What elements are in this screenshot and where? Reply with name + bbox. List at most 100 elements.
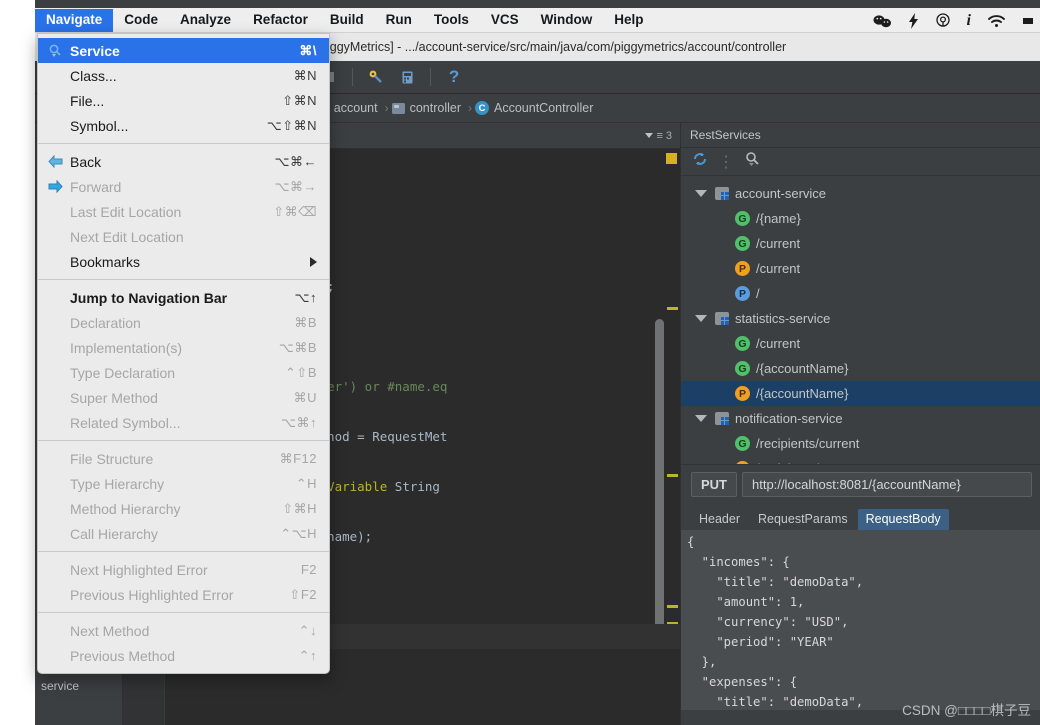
http-verb-put-icon: P [735,386,750,401]
refresh-icon[interactable] [692,151,708,172]
tree-endpoint-node[interactable]: P / [681,281,1040,306]
tree-endpoint-node[interactable]: P/current [681,256,1040,281]
menu-separator [38,279,329,280]
scan-services-icon[interactable] [744,151,760,172]
menu-bar-item-navigate[interactable]: Navigate [35,8,114,32]
menu-bar-status-icons[interactable]: i [873,8,1034,33]
menu-item-type-hierarchy[interactable]: Type Hierarchy ⌃H [38,471,329,496]
http-verb-get-icon: G [735,361,750,376]
wifi-icon[interactable] [987,14,1006,28]
request-tab-header[interactable]: Header [691,509,748,530]
toolbar-divider [430,68,432,86]
tree-endpoint-node[interactable]: G/current [681,231,1040,256]
http-verb-get-icon: G [735,436,750,451]
tree-service-node[interactable]: notification-service [681,406,1040,431]
menu-item-class[interactable]: Class... ⌘N [38,63,329,88]
request-method-badge[interactable]: PUT [691,472,737,497]
menu-item-back[interactable]: Back ⌥⌘← [38,149,329,174]
menu-item-label: Bookmarks [70,253,141,270]
menu-item-shortcut: ⌥⌘↑ [281,414,317,430]
tree-endpoint-node[interactable]: P/recipients/current [681,456,1040,464]
menu-bar-item-refactor[interactable]: Refactor [242,9,319,32]
request-tab-bar[interactable]: Header RequestParams RequestBody [681,504,1040,530]
tree-service-node[interactable]: statistics-service [681,306,1040,331]
menu-bar-item-tools[interactable]: Tools [423,9,480,32]
menu-item-bookmarks[interactable]: Bookmarks [38,249,329,274]
chevron-down-icon[interactable] [695,190,707,197]
menu-separator [38,551,329,552]
menu-item-related-symbol[interactable]: Related Symbol... ⌥⌘↑ [38,410,329,435]
menu-item-jump-to-navigation-bar[interactable]: Jump to Navigation Bar ⌥↑ [38,285,329,310]
folder-icon [391,102,405,114]
breadcrumb-item-controller[interactable]: controller [389,101,468,115]
http-verb-put-icon: P [735,261,750,276]
menu-item-implementation-s[interactable]: Implementation(s) ⌥⌘B [38,335,329,360]
menu-item-file-structure[interactable]: File Structure ⌘F12 [38,446,329,471]
menu-item-declaration[interactable]: Declaration ⌘B [38,310,329,335]
menu-item-type-declaration[interactable]: Type Declaration ⌃⇧B [38,360,329,385]
menu-bar-item-build[interactable]: Build [319,9,375,32]
request-body-editor[interactable]: { "incomes": { "title": "demoData", "amo… [681,530,1040,710]
wechat-icon[interactable] [873,14,892,28]
request-url-row: PUT http://localhost:8081/{accountName} [681,464,1040,504]
menu-item-next-edit-location[interactable]: Next Edit Location [38,224,329,249]
menu-item-method-hierarchy[interactable]: Method Hierarchy ⇧⌘H [38,496,329,521]
build-icon[interactable] [365,66,387,88]
request-url-input[interactable]: http://localhost:8081/{accountName} [742,472,1032,497]
menu-item-label: Next Method [70,622,150,639]
menu-item-service[interactable]: Service ⌘\ [38,38,329,63]
menu-item-label: Forward [70,178,122,195]
menu-item-previous-method[interactable]: Previous Method ⌃↑ [38,643,329,668]
http-verb-get-icon: G [735,236,750,251]
menu-bar-item-vcs[interactable]: VCS [480,9,530,32]
headphones-icon[interactable] [935,12,951,29]
rest-services-tree[interactable]: account-service G/{name} G/current P/curren… [681,176,1040,464]
database-icon[interactable] [396,66,418,88]
menu-item-symbol[interactable]: Symbol... ⌥⇧⌘N [38,113,329,138]
menu-item-label: Next Edit Location [70,228,184,245]
menu-item-last-edit-location[interactable]: Last Edit Location ⇧⌘⌫ [38,199,329,224]
menu-item-shortcut: ⇧⌘⌫ [273,203,317,219]
menu-bar-item-help[interactable]: Help [603,9,654,32]
rest-services-toolbar: ⋮ [681,148,1040,176]
shortcuts-icon[interactable] [908,12,919,29]
chevron-down-icon[interactable] [645,133,654,138]
menu-item-forward[interactable]: Forward ⌥⌘→ [38,174,329,199]
menu-item-label: File Structure [70,450,154,467]
tree-node-label: / [756,286,760,301]
tree-endpoint-node[interactable]: G/current [681,331,1040,356]
info-icon[interactable]: i [967,12,971,30]
menu-item-file[interactable]: File... ⇧⌘N [38,88,329,113]
menu-item-next-method[interactable]: Next Method ⌃↓ [38,618,329,643]
tree-endpoint-node[interactable]: G/recipients/current [681,431,1040,456]
menu-bar-item-code[interactable]: Code [113,9,169,32]
menu-item-shortcut: ⌥⇧⌘N [266,117,317,133]
menu-bar-item-run[interactable]: Run [375,9,423,32]
menu-item-label: Jump to Navigation Bar [70,289,228,306]
menu-bar-item-analyze[interactable]: Analyze [169,9,242,32]
breadcrumb-item-accountcontroller[interactable]: C AccountController [472,101,600,115]
menu-item-label: Implementation(s) [70,339,183,356]
request-tab-requestbody[interactable]: RequestBody [857,509,949,530]
menu-item-super-method[interactable]: Super Method ⌘U [38,385,329,410]
inspection-widget[interactable]: ≡ 3 [645,130,680,142]
menu-item-call-hierarchy[interactable]: Call Hierarchy ⌃⌥H [38,521,329,546]
http-verb-post-icon: P [735,286,750,301]
menu-item-label: Declaration [70,314,141,331]
tree-endpoint-node[interactable]: G /{name} [681,206,1040,231]
tree-endpoint-node[interactable]: G /{accountName} [681,356,1040,381]
chevron-down-icon[interactable] [695,415,707,422]
navigate-dropdown-menu[interactable]: Service ⌘\ Class... ⌘N File... ⇧⌘N Symbol... ⌥⇧… [37,33,330,674]
request-tab-requestparams[interactable]: RequestParams [750,509,856,530]
menu-item-next-highlighted-error[interactable]: Next Highlighted Error F2 [38,557,329,582]
menu-bar[interactable]: Navigate Code Analyze Refactor Build Run Tools… [35,8,1040,33]
chevron-down-icon[interactable] [695,315,707,322]
menu-bar-item-window[interactable]: Window [530,9,604,32]
tree-node-label: /{name} [756,211,801,226]
help-icon[interactable]: ? [443,66,465,88]
tree-endpoint-node[interactable]: P /{accountName} [681,381,1040,406]
menu-item-label: Service [70,42,120,59]
menu-item-previous-highlighted-error[interactable]: Previous Highlighted Error ⇧F2 [38,582,329,607]
battery-icon[interactable] [1022,15,1034,27]
tree-service-node[interactable]: account-service [681,181,1040,206]
